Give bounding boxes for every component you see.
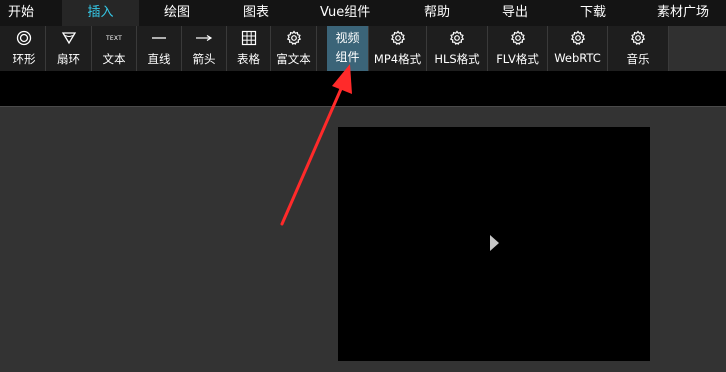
menu-start[interactable]: 开始 [8, 0, 34, 26]
tool-table-label: 表格 [237, 52, 260, 66]
gear-icon [427, 30, 487, 46]
menu-insert[interactable]: 插入 [62, 0, 139, 26]
gear-icon [369, 30, 426, 46]
menu-help[interactable]: 帮助 [424, 0, 450, 26]
menu-draw[interactable]: 绘图 [164, 0, 190, 26]
property-bar [0, 71, 726, 107]
tool-webrtc[interactable]: WebRTC [548, 26, 608, 71]
play-icon[interactable] [490, 235, 499, 251]
line-icon [137, 30, 181, 46]
menu-download[interactable]: 下载 [580, 0, 606, 26]
video-player[interactable] [338, 127, 650, 361]
tool-line-label: 直线 [147, 52, 171, 66]
tool-video-component[interactable]: 视频 组件 [327, 26, 369, 71]
gear-icon [548, 30, 607, 46]
insert-ribbon: 环形 扇环 TEXT 文本 直线 箭头 表格 富文本 视频 组件 MP4格式 H… [0, 26, 726, 71]
arrow-icon [182, 30, 226, 46]
tool-hls-label: HLS格式 [434, 52, 480, 66]
tool-table[interactable]: 表格 [227, 26, 271, 71]
tool-ring-label: 环形 [12, 52, 36, 66]
menu-vue-components[interactable]: Vue组件 [320, 0, 370, 26]
gear-icon [608, 30, 668, 46]
tool-rich-text[interactable]: 富文本 [271, 26, 317, 71]
menu-chart[interactable]: 图表 [243, 0, 269, 26]
gear-icon [488, 30, 547, 46]
tool-line[interactable]: 直线 [137, 26, 182, 71]
table-icon [227, 30, 270, 46]
tool-text-label: 文本 [102, 52, 126, 66]
tool-mp4[interactable]: MP4格式 [369, 26, 427, 71]
text-icon: TEXT [92, 30, 136, 46]
tool-mp4-label: MP4格式 [373, 52, 422, 66]
tool-hls[interactable]: HLS格式 [427, 26, 488, 71]
tool-video-label-line1: 视频 [335, 31, 360, 45]
tool-text[interactable]: TEXT 文本 [92, 26, 137, 71]
tool-arrow[interactable]: 箭头 [182, 26, 227, 71]
tool-webrtc-label: WebRTC [554, 51, 601, 65]
menu-asset-plaza[interactable]: 素材广场 [657, 0, 709, 26]
ribbon-empty-area [669, 26, 726, 71]
tool-flv[interactable]: FLV格式 [488, 26, 548, 71]
tool-video-label-line2: 组件 [335, 50, 360, 64]
tool-sector-ring[interactable]: 扇环 [46, 26, 92, 71]
gear-icon [271, 30, 316, 46]
tool-sector-ring-label: 扇环 [57, 52, 80, 66]
tool-arrow-label: 箭头 [192, 52, 216, 66]
tool-flv-label: FLV格式 [496, 52, 539, 66]
sector-ring-icon [46, 30, 91, 46]
tool-music-label: 音乐 [626, 52, 650, 66]
tool-rich-text-label: 富文本 [276, 52, 311, 66]
menu-export[interactable]: 导出 [502, 0, 528, 26]
ring-icon [3, 30, 45, 46]
top-menu-bar: 开始 插入 绘图 图表 Vue组件 帮助 导出 下载 素材广场 [0, 0, 726, 26]
tool-music[interactable]: 音乐 [608, 26, 669, 71]
text-icon-glyph: TEXT [106, 34, 122, 42]
tool-ring[interactable]: 环形 [3, 26, 46, 71]
